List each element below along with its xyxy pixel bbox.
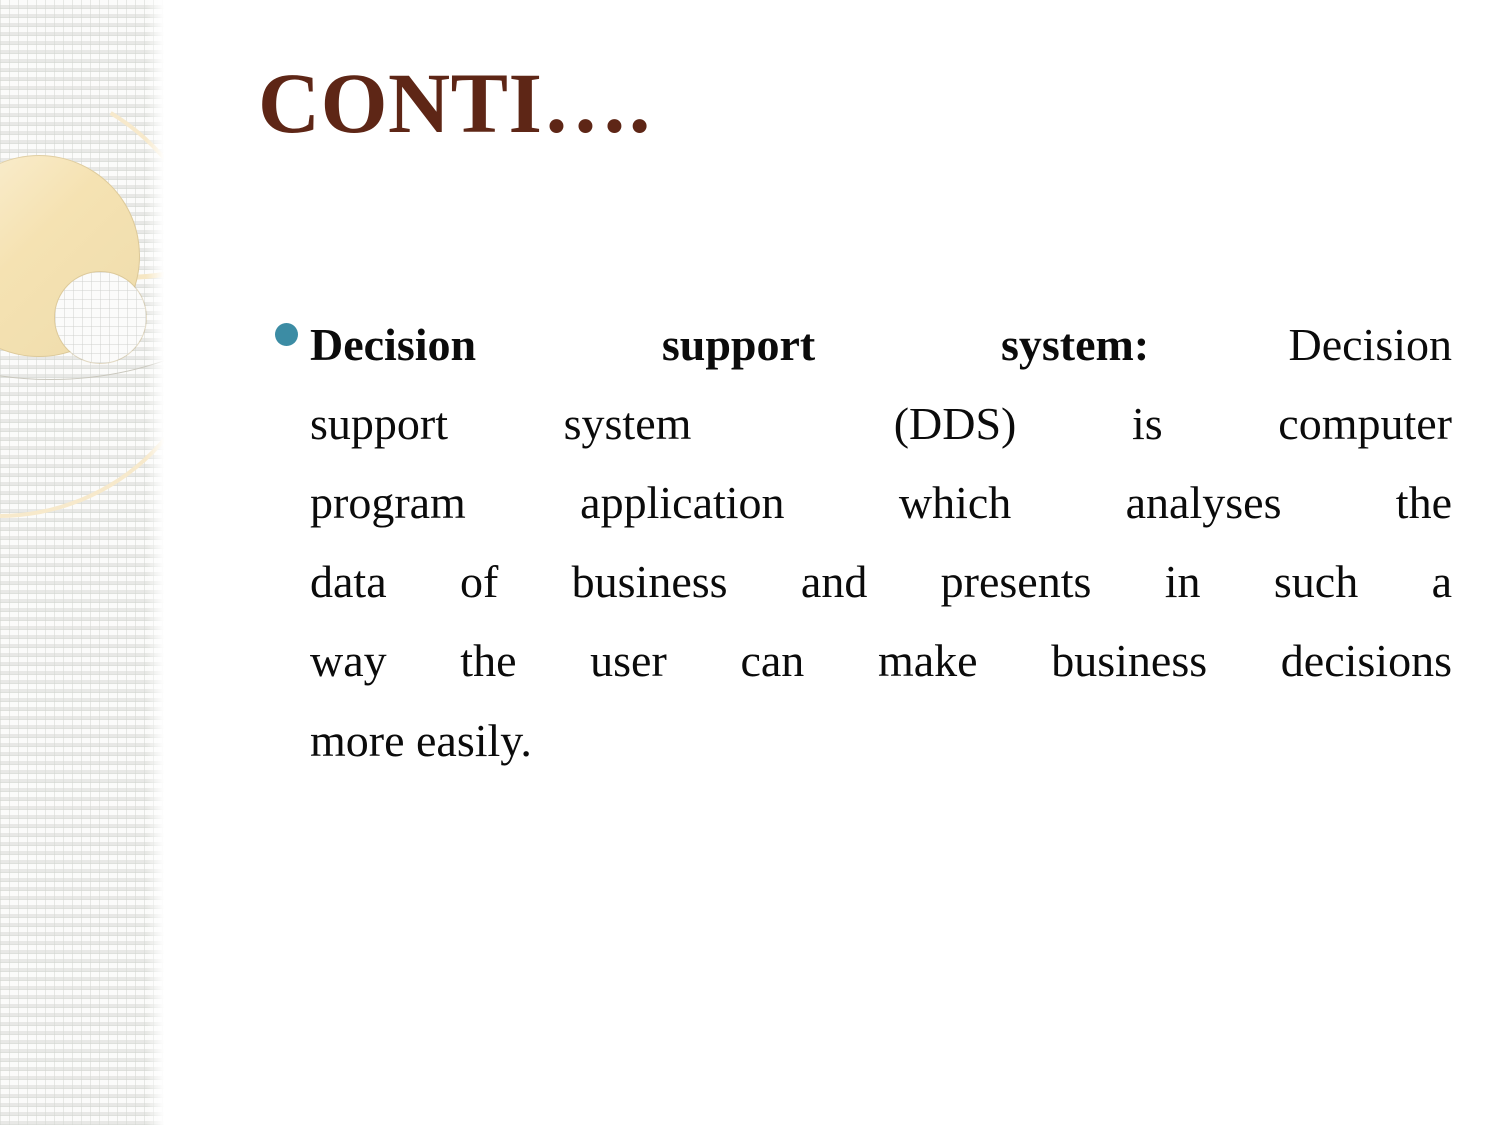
page-title: CONTI…. bbox=[258, 55, 651, 151]
body-line-5: way the user can make business decisions bbox=[310, 635, 1452, 687]
body-line-2: support system (DDS) is computer bbox=[310, 398, 1452, 450]
bullet-paragraph: Decision support system: Decision suppor… bbox=[310, 305, 1452, 780]
slide-body: Decision support system: Decision suppor… bbox=[272, 305, 1452, 780]
body-line-1-rest: Decision bbox=[1149, 319, 1452, 370]
body-line-3: program application which analyses the bbox=[310, 477, 1452, 529]
body-line-1: Decision support system: Decision bbox=[310, 305, 1452, 384]
bullet-dot-icon bbox=[275, 323, 298, 346]
body-line-6: more easily. bbox=[310, 714, 532, 766]
body-lead-bold: Decision support system: bbox=[310, 319, 1150, 370]
body-line-4: data of business and presents in such a bbox=[310, 556, 1452, 608]
ring-hole-texture bbox=[55, 272, 146, 363]
left-decorative-band bbox=[0, 0, 166, 1125]
slide-canvas: CONTI…. Decision support system: Decisio… bbox=[0, 0, 1500, 1125]
band-right-fade bbox=[146, 0, 166, 1125]
bullet-item: Decision support system: Decision suppor… bbox=[272, 305, 1452, 780]
cream-ring-hole bbox=[55, 272, 146, 363]
